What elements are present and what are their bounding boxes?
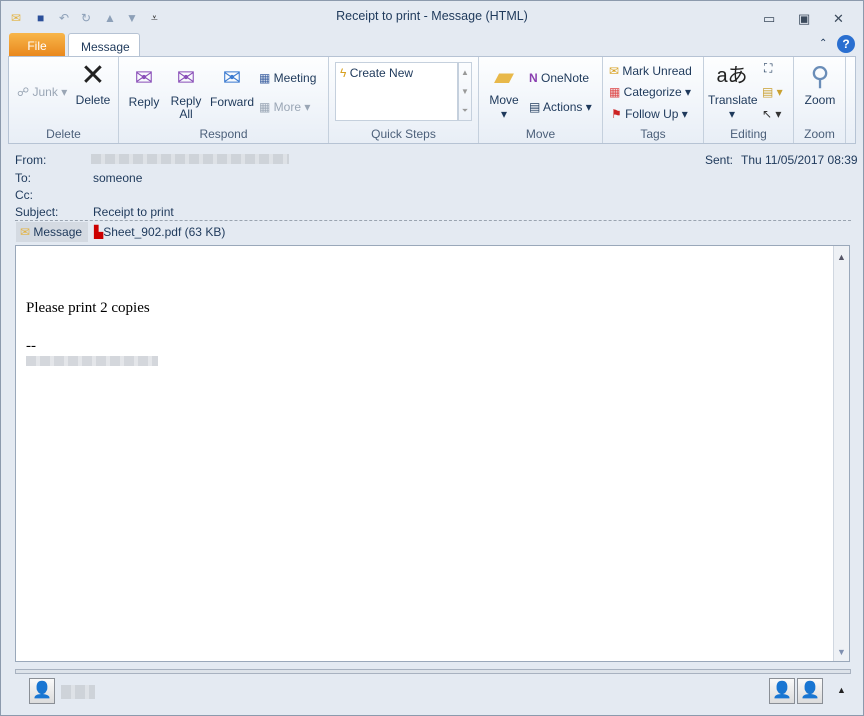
delete-button[interactable]: ✕ Delete [73,59,113,108]
group-label-delete: Delete [46,127,81,141]
message-body[interactable]: Please print 2 copies -- ▲ ▼ [15,245,850,662]
subject-label: Subject: [15,205,59,219]
create-new-quick-step[interactable]: ϟ Create New [340,66,413,80]
quick-steps-gallery: ϟ Create New [335,62,458,121]
message-attachment-tab[interactable]: ✉ Message [16,222,88,242]
to-label: To: [15,171,32,185]
follow-up-button[interactable]: ⚑ Follow Up ▾ [611,107,688,121]
scroll-up-icon[interactable]: ▲ [834,252,849,262]
cc-label: Cc: [15,188,33,202]
group-quick-steps: ϟ Create New ▲ ▼ ⏷ Quick Steps [329,57,479,143]
group-label-quick-steps: Quick Steps [371,127,436,141]
help-icon[interactable]: ? [837,35,855,53]
lightning-icon: ϟ [340,66,350,80]
junk-icon: ☍ [17,85,33,99]
forward-button[interactable]: ✉ Forward [209,63,255,109]
restore-icon[interactable]: ▣ [798,11,810,27]
categorize-button[interactable]: ▦ Categorize ▾ [609,85,691,99]
onenote-icon: N [529,71,541,85]
more-icon: ▦ [259,100,274,114]
group-label-tags: Tags [640,127,666,141]
window-title: Receipt to print - Message (HTML) [336,9,528,23]
collapse-ribbon-icon[interactable]: ⌃ [819,38,827,49]
meeting-button[interactable]: ▦ Meeting [259,71,316,85]
scroll-down-icon[interactable]: ▼ [834,647,849,657]
forward-icon: ✉ [222,65,242,90]
more-button[interactable]: ▦ More ▾ [259,100,310,114]
calendar-icon: ▦ [259,71,274,85]
actions-icon: ▤ [529,100,544,114]
group-move: ▰ Move ▾ N OneNote ▤ Actions ▾ Move [479,57,603,143]
ribbon: ☍ Junk ▾ ✕ Delete Delete ✉ Reply ✉ Reply All… [8,56,856,144]
delete-x-icon: ✕ [80,59,106,92]
folder-icon: ▰ [494,61,514,91]
mark-unread-button[interactable]: ✉ Mark Unread [609,64,692,78]
junk-button[interactable]: ☍ Junk ▾ [17,85,67,99]
tab-message[interactable]: Message [68,33,140,57]
envelope-icon: ✉ [20,225,34,239]
from-value-redacted [91,154,289,164]
group-label-move: Move [525,127,556,141]
signature-redacted [26,356,158,366]
subject-value: Receipt to print [93,205,174,219]
find-icon[interactable]: ⛶ [764,61,772,76]
sent-value: Thu 11/05/2017 08:39 [741,153,858,167]
categorize-icon: ▦ [609,85,624,99]
reply-button[interactable]: ✉ Reply [125,63,163,109]
select-icon[interactable]: ↖ ▾ [762,107,781,121]
group-zoom: ⚲ Zoom Zoom [794,57,846,143]
pdf-attachment[interactable]: ▙Sheet_902.pdf (63 KB) [94,225,225,239]
sender-name-redacted [61,685,95,699]
outlook-message-window: ✉ ■ ↶ ↻ ▲ ▼ ⩡ Receipt to print - Message… [0,0,864,716]
sent-label: Sent: [705,153,734,167]
sender-avatar-icon[interactable]: 👤 [29,678,55,704]
reply-icon: ✉ [134,65,154,90]
group-delete: ☍ Junk ▾ ✕ Delete Delete [9,57,119,143]
gallery-scroll[interactable]: ▲ ▼ ⏷ [458,62,472,121]
group-label-respond: Respond [199,127,248,141]
mark-unread-icon: ✉ [609,64,623,78]
to-value[interactable]: someone [93,171,142,185]
group-tags: ✉ Mark Unread ▦ Categorize ▾ ⚑ Follow Up… [603,57,704,143]
flag-icon: ⚑ [611,107,626,121]
from-label: From: [15,153,47,167]
replace-icon[interactable]: ▤ ▾ [762,85,783,99]
minimize-icon[interactable]: ▭ [763,11,775,27]
expand-people-pane-icon[interactable]: ▲ [837,685,846,695]
onenote-button[interactable]: N OneNote [529,71,589,85]
group-respond: ✉ Reply ✉ Reply All ✉ Forward ▦ Meeting ▦ Mo… [119,57,329,143]
close-icon[interactable]: ✕ [833,11,844,27]
reply-all-button[interactable]: ✉ Reply All [167,63,205,121]
pdf-icon: ▙ [94,225,104,239]
recipient-avatar-icon[interactable]: 👤 [797,678,823,704]
reply-all-icon: ✉ [176,65,196,90]
recipient-avatar-icon[interactable]: 👤 [769,678,795,704]
translate-icon: aあ [716,65,748,87]
body-scrollbar[interactable]: ▲ ▼ [833,246,849,661]
group-label-zoom: Zoom [804,127,835,141]
magnifier-icon: ⚲ [810,61,830,91]
actions-button[interactable]: ▤ Actions ▾ [529,100,592,114]
zoom-button[interactable]: ⚲ Zoom [798,61,842,107]
people-pane-splitter[interactable] [15,669,851,674]
group-label-editing: Editing [730,127,767,141]
body-text: Please print 2 copies [26,300,150,316]
signature-dashes: -- [26,338,36,354]
header-divider [15,220,851,221]
group-editing: aあ Translate ▾ ⛶ ▤ ▾ ↖ ▾ Editing [704,57,794,143]
move-button[interactable]: ▰ Move ▾ [485,61,523,121]
tab-file[interactable]: File [9,33,65,57]
translate-button[interactable]: aあ Translate ▾ [708,61,758,121]
